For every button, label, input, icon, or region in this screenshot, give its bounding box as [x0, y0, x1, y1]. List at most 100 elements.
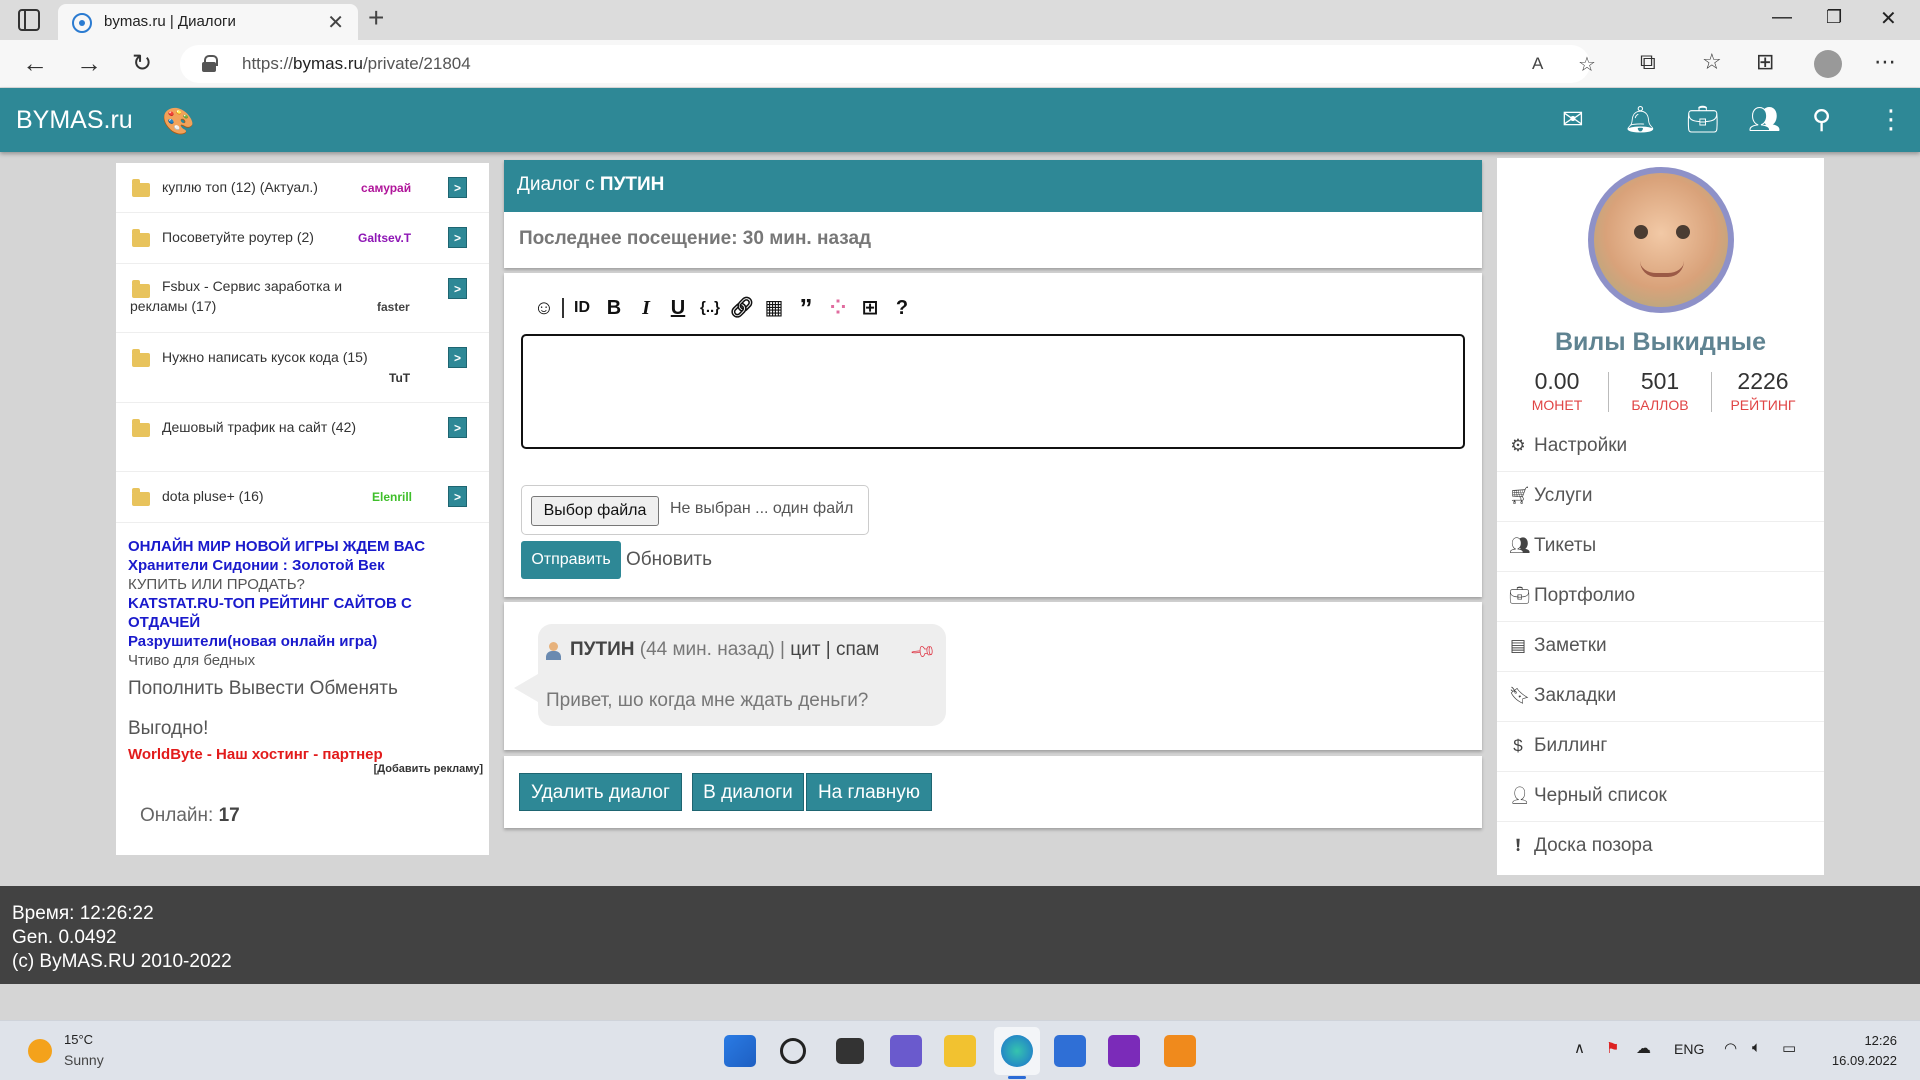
menu-services[interactable]: 🛒︎ Услуги — [1497, 472, 1824, 522]
new-tab-icon[interactable]: + — [368, 2, 384, 34]
topic-go-button[interactable]: > — [448, 278, 467, 299]
maximize-icon[interactable]: ❐ — [1826, 7, 1842, 28]
ad-link[interactable]: ОНЛАЙН МИР НОВОЙ ИГРЫ ЖДЕМ ВАС — [128, 537, 483, 556]
topic-go-button[interactable]: > — [448, 347, 467, 368]
topic-title[interactable]: Дешовый трафик на сайт (42) — [162, 419, 356, 435]
topic-item[interactable]: Нужно написать кусок кода (15) TuT > — [116, 333, 489, 403]
ad-link[interactable]: Разрушители(новая онлайн игра) — [128, 632, 483, 651]
home-button[interactable]: На главную — [806, 773, 932, 811]
smile-icon[interactable]: ☺ — [528, 295, 560, 321]
topic-item[interactable]: dota pluse+ (16) Elenrill > — [116, 472, 489, 523]
topic-go-button[interactable]: > — [448, 177, 467, 198]
quote-link[interactable]: цит — [790, 639, 820, 660]
topic-title[interactable]: Нужно написать кусок кода (15) — [162, 349, 368, 365]
topic-author[interactable]: Elenrill — [372, 490, 412, 504]
language-indicator[interactable]: ENG — [1674, 1041, 1704, 1057]
code-icon[interactable]: {..} — [694, 295, 726, 321]
more-vert-icon[interactable]: ⋮ — [1878, 104, 1904, 135]
underline-icon[interactable]: U — [662, 295, 694, 321]
topic-go-button[interactable]: > — [448, 227, 467, 248]
delete-dialog-button[interactable]: Удалить диалог — [519, 773, 682, 811]
search-icon[interactable]: ⚲ — [1812, 104, 1831, 135]
to-dialogs-button[interactable]: В диалоги — [692, 773, 804, 811]
menu-tickets[interactable]: 👥︎ Тикеты — [1497, 522, 1824, 572]
ad-link[interactable]: КУПИТЬ ИЛИ ПРОДАТЬ? — [128, 575, 483, 594]
menu-settings[interactable]: ⚙ Настройки — [1497, 422, 1824, 472]
flag-icon[interactable]: ⚑ — [1606, 1039, 1619, 1057]
topic-go-button[interactable]: > — [448, 486, 467, 507]
topic-author[interactable]: Galtsev.T — [358, 231, 411, 245]
favorites-icon[interactable]: ☆ — [1702, 49, 1722, 75]
back-icon[interactable]: ← — [22, 48, 48, 79]
battery-icon[interactable]: ▭ — [1782, 1039, 1796, 1057]
weather-desc[interactable]: Sunny — [64, 1052, 104, 1068]
send-button[interactable]: Отправить — [521, 541, 621, 579]
tab-actions-icon[interactable] — [18, 9, 40, 31]
add-box-icon[interactable]: ⊞ — [854, 295, 886, 321]
minimize-icon[interactable]: — — [1772, 6, 1792, 29]
site-logo[interactable]: BYMAS.ru — [16, 106, 133, 135]
browser-tab[interactable]: bymas.ru | Диалоги ✕ — [58, 4, 358, 40]
store-icon[interactable] — [1054, 1035, 1086, 1067]
file-explorer-icon[interactable] — [944, 1035, 976, 1067]
topic-title[interactable]: dota pluse+ (16) — [162, 488, 264, 504]
profile-name[interactable]: Вилы Выкидные — [1497, 328, 1824, 357]
start-icon[interactable] — [724, 1035, 756, 1067]
search-taskbar-icon[interactable] — [780, 1038, 806, 1064]
topic-item[interactable]: Fsbux - Сервис заработка и рекламы (17) … — [116, 264, 489, 333]
topic-author[interactable]: TuT — [389, 371, 410, 385]
choose-file-button[interactable]: Выбор файла — [531, 496, 659, 526]
chat-icon[interactable] — [890, 1035, 922, 1067]
italic-icon[interactable]: I — [630, 295, 662, 321]
menu-billing[interactable]: $ Биллинг — [1497, 722, 1824, 772]
read-aloud-icon[interactable]: A — [1532, 54, 1543, 74]
bell-icon[interactable]: 🔔︎ — [1624, 104, 1657, 135]
ad-link[interactable]: Чтиво для бедных — [128, 651, 483, 670]
ad-link[interactable]: Пополнить Вывести Обменять — [128, 678, 483, 700]
topic-item[interactable]: куплю топ (12) (Актуал.) самурай > — [116, 163, 489, 213]
help-icon[interactable]: ? — [886, 295, 918, 321]
window-close-icon[interactable]: ✕ — [1880, 6, 1897, 31]
topic-title[interactable]: Посоветуйте роутер (2) — [162, 229, 314, 245]
topic-author[interactable]: самурай — [361, 181, 411, 195]
topic-author[interactable]: faster — [377, 300, 410, 314]
bold-icon[interactable]: B — [598, 295, 630, 321]
image-icon[interactable]: ▦ — [758, 295, 790, 321]
forward-icon[interactable]: → — [76, 48, 102, 79]
edge-icon[interactable] — [1001, 1035, 1033, 1067]
stat-points[interactable]: 501 БАЛЛОВ — [1610, 368, 1710, 413]
message-textarea[interactable] — [521, 334, 1465, 449]
add-favorite-icon[interactable]: ☆ — [1578, 52, 1596, 77]
sun-icon[interactable] — [28, 1039, 52, 1063]
topic-title[interactable]: Fsbux - Сервис заработка и рекламы (17) — [130, 276, 370, 316]
weather-temp[interactable]: 15°C — [64, 1032, 93, 1047]
ad-link[interactable]: Выгодно! — [128, 718, 483, 740]
stat-coins[interactable]: 0.00 МОНЕТ — [1507, 368, 1607, 413]
refresh-link[interactable]: Обновить — [626, 549, 712, 571]
ad-link[interactable]: Хранители Сидонии : Золотой Век — [128, 556, 483, 575]
tab-close-icon[interactable]: ✕ — [327, 10, 344, 35]
collections-icon[interactable]: ⊞ — [1756, 49, 1774, 75]
avatar[interactable] — [1588, 167, 1734, 313]
add-ad-link[interactable]: [Добавить рекламу] — [128, 763, 483, 775]
spam-link[interactable]: спам — [836, 639, 879, 660]
menu-blacklist[interactable]: 👤︎ Черный список — [1497, 772, 1824, 822]
clock[interactable]: 12:26 16.09.2022 — [1825, 1031, 1897, 1071]
cloud-icon[interactable]: ☁ — [1636, 1039, 1651, 1057]
topic-title[interactable]: куплю топ (12) (Актуал.) — [162, 179, 318, 195]
users-icon[interactable]: 👥︎ — [1748, 104, 1781, 135]
stat-rating[interactable]: 2226 РЕЙТИНГ — [1713, 368, 1813, 413]
id-icon[interactable]: ID — [566, 295, 598, 321]
sublime-icon[interactable] — [1164, 1035, 1196, 1067]
topic-go-button[interactable]: > — [448, 417, 467, 438]
menu-notes[interactable]: ▤ Заметки — [1497, 622, 1824, 672]
address-bar[interactable]: https://bymas.ru/private/21804 A ☆ — [180, 45, 1596, 83]
menu-portfolio[interactable]: 💼︎ Портфолио — [1497, 572, 1824, 622]
quote-icon[interactable]: ” — [790, 295, 822, 321]
ad-link[interactable]: WorldByte - Наш хостинг - партнер — [128, 746, 483, 763]
color-icon[interactable]: ⁘ — [822, 295, 854, 321]
link-icon[interactable]: 🔗︎ — [726, 295, 758, 321]
more-icon[interactable]: ⋯ — [1874, 49, 1896, 75]
extensions-icon[interactable]: ⧉ — [1640, 49, 1656, 75]
briefcase-icon[interactable]: 💼︎ — [1686, 104, 1719, 135]
